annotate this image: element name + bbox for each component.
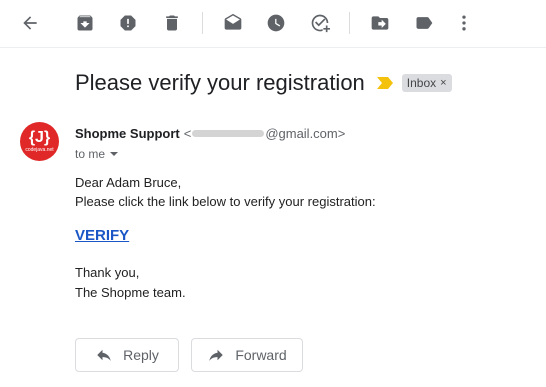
email-subject: Please verify your registration: [75, 70, 365, 95]
sender-email-suffix: @gmail.com>: [265, 125, 346, 141]
remove-label-icon[interactable]: ×: [440, 75, 446, 91]
closing-line-2: The Shopme team.: [75, 285, 186, 300]
subject-row: Please verify your registration Inbox ×: [75, 66, 452, 100]
closing-line-1: Thank you,: [75, 265, 140, 280]
recipient-details-toggle[interactable]: to me: [75, 147, 119, 161]
reply-icon: [97, 349, 111, 361]
greeting: Dear Adam Bruce,: [75, 175, 182, 190]
report-spam-icon[interactable]: [114, 9, 142, 37]
sender-avatar: {J} codejava.net: [20, 122, 59, 161]
reply-label: Reply: [123, 347, 159, 363]
add-to-tasks-icon[interactable]: [306, 9, 334, 37]
archive-icon[interactable]: [71, 9, 99, 37]
more-icon[interactable]: [450, 9, 478, 37]
verify-link[interactable]: VERIFY: [75, 227, 129, 244]
toolbar-divider: [349, 12, 350, 34]
inbox-label-chip: Inbox ×: [401, 74, 452, 92]
chevron-down-icon: [110, 152, 119, 156]
snooze-icon[interactable]: [262, 9, 290, 37]
instruction-text: Please click the link below to verify yo…: [75, 194, 376, 209]
move-to-icon[interactable]: [366, 9, 394, 37]
importance-marker-icon[interactable]: [376, 77, 393, 89]
forward-button[interactable]: Forward: [191, 338, 303, 372]
sender-email-prefix: <: [183, 125, 192, 141]
message-toolbar: [0, 0, 546, 48]
labels-icon[interactable]: [410, 9, 438, 37]
forward-icon: [209, 349, 224, 361]
back-arrow-icon[interactable]: [16, 9, 44, 37]
recipient-text: to me: [75, 147, 106, 161]
sender-email: < @gmail.com>: [184, 126, 346, 141]
redacted-block: [192, 129, 265, 137]
avatar-logo-subtext: codejava.net: [25, 147, 54, 153]
sender-row: Shopme Support < @gmail.com>: [75, 125, 345, 141]
avatar-logo-text: {J}: [28, 129, 51, 146]
reply-button[interactable]: Reply: [75, 338, 179, 372]
label-text: Inbox: [406, 76, 437, 90]
forward-label: Forward: [235, 347, 287, 363]
sender-name: Shopme Support: [75, 125, 180, 141]
delete-icon[interactable]: [158, 9, 186, 37]
mark-unread-icon[interactable]: [219, 9, 247, 37]
toolbar-divider: [202, 12, 203, 34]
